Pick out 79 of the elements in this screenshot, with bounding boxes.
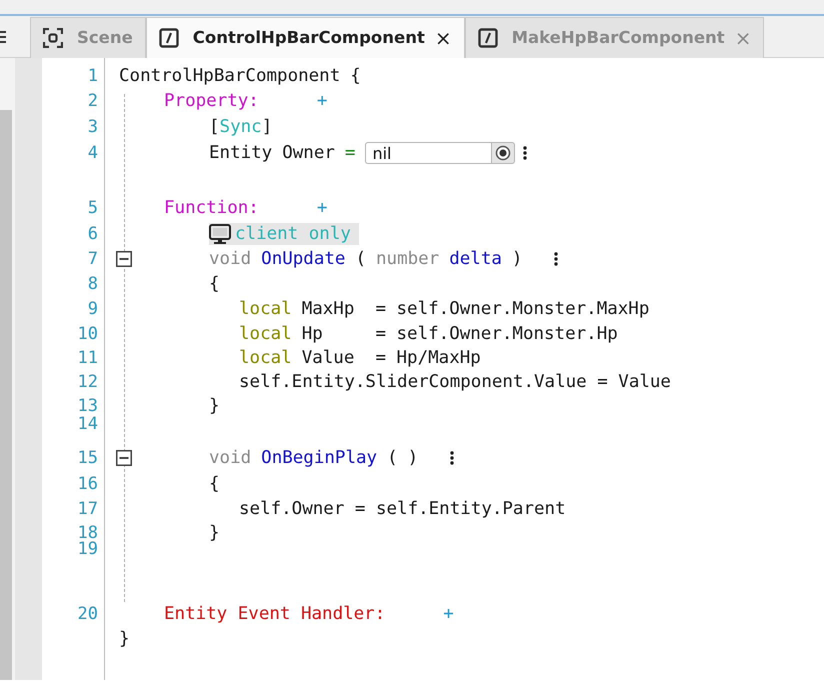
- line-number: 13: [76, 398, 99, 414]
- input-field[interactable]: nil: [365, 142, 492, 164]
- more-options-icon[interactable]: [554, 252, 558, 266]
- tag-label: client only: [235, 226, 351, 242]
- identifier: OnBeginPlay: [261, 450, 378, 466]
- line-number: 6: [86, 226, 99, 242]
- line-number: 17: [76, 501, 99, 517]
- type-keyword: number: [376, 251, 440, 267]
- tab-label: Scene: [77, 26, 133, 49]
- tab-label: ControlHpBarComponent: [192, 26, 425, 49]
- collapse-icon[interactable]: [116, 450, 132, 466]
- line-number: 10: [76, 326, 99, 342]
- code-text: self.Entity.SliderComponent.Value = Value: [239, 374, 671, 390]
- line-number: 20: [76, 606, 99, 622]
- code-text: }: [209, 398, 220, 414]
- line-number: 16: [76, 476, 99, 492]
- target-icon: [495, 145, 512, 161]
- code-text: {: [350, 68, 361, 84]
- script-icon: [158, 28, 179, 48]
- code-text: ): [408, 450, 418, 466]
- more-options-icon[interactable]: [523, 146, 528, 160]
- add-button[interactable]: +: [316, 200, 328, 216]
- identifier: delta: [449, 251, 502, 267]
- code-text: {: [209, 276, 220, 292]
- type-keyword: void: [209, 450, 252, 466]
- code-text: MaxHp = self.Owner.Monster.MaxHp: [302, 301, 650, 317]
- line-number: 14: [76, 416, 99, 432]
- local-keyword: local: [239, 350, 292, 366]
- tab[interactable]: ControlHpBarComponent ×: [146, 17, 465, 58]
- code-text: (: [355, 251, 366, 267]
- code-text: ]: [262, 119, 272, 135]
- line-number: 11: [76, 350, 99, 366]
- line-number: 9: [86, 301, 99, 317]
- code-text: Entity: [209, 145, 272, 161]
- code-text: ControlHpBarComponent: [119, 68, 340, 84]
- code-text: }: [119, 631, 130, 647]
- line-number: 15: [76, 450, 99, 466]
- scene-icon: [43, 28, 63, 48]
- add-button[interactable]: +: [443, 606, 454, 622]
- tab-label: MakeHpBarComponent: [512, 26, 725, 49]
- line-number: 12: [76, 374, 99, 390]
- code-text: }: [209, 525, 220, 541]
- code-text: {: [209, 476, 220, 492]
- code-text: Owner: [282, 145, 335, 161]
- script-icon: [478, 28, 498, 48]
- line-number: 7: [86, 251, 99, 267]
- line-number: 18: [76, 525, 99, 541]
- collapse-icon[interactable]: [116, 251, 132, 267]
- more-options-icon[interactable]: [450, 451, 454, 465]
- identifier: OnUpdate: [261, 251, 346, 267]
- local-keyword: local: [239, 301, 292, 317]
- line-number: 5: [86, 200, 99, 216]
- line-number: 19: [76, 541, 99, 557]
- line-number: 8: [86, 276, 99, 292]
- close-button[interactable]: ×: [434, 23, 452, 53]
- code-text: Hp = self.Owner.Monster.Hp: [302, 326, 618, 342]
- local-keyword: local: [239, 326, 292, 342]
- line-number: 3: [86, 119, 99, 135]
- section-label: Property:: [164, 93, 259, 109]
- add-button[interactable]: +: [316, 93, 328, 109]
- menu-icon[interactable]: [0, 30, 6, 44]
- code-text: [: [209, 119, 220, 135]
- line-number: 2: [86, 93, 99, 109]
- line-number: 1: [86, 68, 99, 84]
- code-text: ): [512, 251, 522, 267]
- target-button[interactable]: [491, 142, 516, 164]
- tab[interactable]: MakeHpBarComponent ×: [464, 17, 764, 58]
- side-scrollbar[interactable]: [0, 110, 12, 680]
- line-number: 4: [86, 145, 99, 161]
- code-text: (: [387, 450, 398, 466]
- event-handler-label: Entity Event Handler:: [164, 606, 386, 622]
- close-button[interactable]: ×: [734, 23, 752, 53]
- tab[interactable]: Scene: [30, 17, 146, 58]
- code-text: Value = Hp/MaxHp: [302, 350, 481, 366]
- operator: =: [344, 145, 356, 161]
- attribute-name: Sync: [220, 119, 262, 135]
- code-text: self.Owner = self.Entity.Parent: [239, 501, 566, 517]
- type-keyword: void: [209, 251, 252, 267]
- section-label: Function:: [164, 200, 259, 216]
